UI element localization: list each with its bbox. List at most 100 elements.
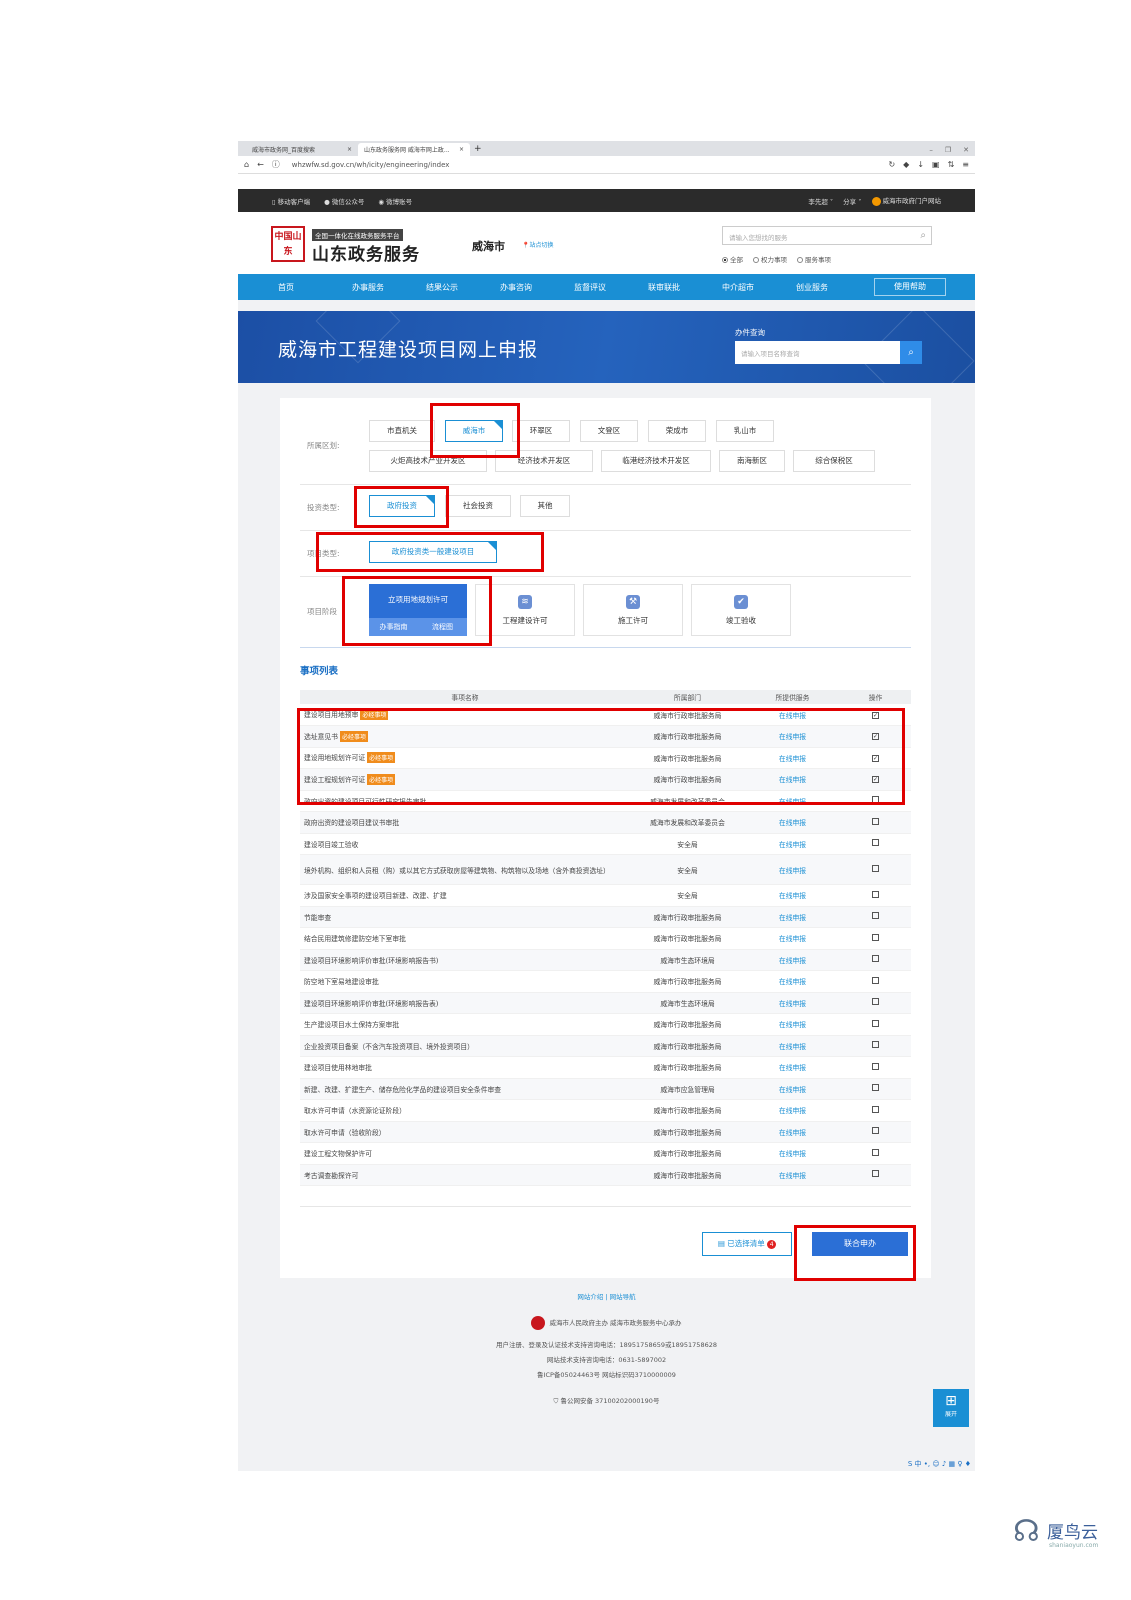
region-option[interactable]: 综合保税区 (793, 450, 875, 472)
checkbox[interactable] (872, 817, 879, 825)
menu-icon[interactable]: ≡ (962, 160, 969, 169)
close-icon[interactable]: × (347, 146, 352, 153)
checkbox[interactable] (872, 912, 879, 920)
stage-tab[interactable]: ✔ 竣工验收 (691, 584, 791, 636)
browser-navbar: ⌂ ← ⓘ whzwfw.sd.gov.cn/wh/icity/engineer… (238, 156, 975, 174)
selected-list-button[interactable]: ▤ 已选择清单 4 (702, 1232, 792, 1256)
scope-power-radio[interactable]: 权力事项 (753, 254, 787, 264)
nav-services[interactable]: 办事服务 (352, 282, 426, 293)
nav-supervise[interactable]: 监督评议 (574, 282, 648, 293)
wechat-icon: ● (324, 197, 332, 206)
online-apply-link[interactable]: 在线申报 (745, 1078, 840, 1100)
user-menu[interactable]: 李先超 ˅ (808, 196, 833, 206)
project-query-input[interactable]: 请输入项目名称查询 (735, 341, 900, 364)
online-apply-link[interactable]: 在线申报 (745, 833, 840, 855)
wechat-link[interactable]: ● 微信公众号 (324, 196, 364, 206)
scope-service-radio[interactable]: 服务事项 (797, 254, 831, 264)
scope-all-radio[interactable]: 全部 (722, 254, 743, 264)
close-icon[interactable]: × (459, 146, 464, 153)
new-tab-icon[interactable]: + (474, 143, 482, 156)
region-option[interactable]: 荣成市 (648, 420, 706, 442)
help-button[interactable]: 使用帮助 (874, 278, 946, 296)
about-link[interactable]: 网站介绍 (577, 1293, 603, 1301)
site-search-input[interactable]: 请输入您想找的服务 ⌕ (722, 226, 932, 245)
checkbox[interactable] (872, 1127, 879, 1135)
address-bar[interactable]: whzwfw.sd.gov.cn/wh/icity/engineering/in… (288, 159, 881, 171)
checkbox[interactable] (872, 890, 879, 898)
window-icon[interactable]: ▣ (932, 160, 940, 169)
checkbox[interactable] (872, 1148, 879, 1156)
nav-results[interactable]: 结果公示 (426, 282, 500, 293)
back-icon[interactable]: ← (257, 160, 264, 169)
ime-toolbar[interactable]: S 中 •, ☺ ♪ ▦ ♀ ♦ (908, 1459, 971, 1469)
online-apply-link[interactable]: 在线申报 (745, 1013, 840, 1036)
close-window-icon[interactable]: ✕ (963, 146, 969, 154)
search-icon[interactable]: ⌕ (920, 230, 926, 241)
item-dept: 安全局 (630, 884, 745, 907)
reload-icon[interactable]: ↻ (888, 160, 895, 169)
search-icon[interactable]: ⌕ (900, 341, 922, 364)
online-apply-link[interactable]: 在线申报 (745, 1121, 840, 1143)
shield-icon[interactable]: ◆ (903, 160, 909, 169)
checkbox[interactable] (872, 839, 879, 847)
home-icon[interactable]: ⌂ (244, 160, 249, 169)
region-option[interactable]: 文登区 (580, 420, 638, 442)
minimize-icon[interactable]: – (929, 146, 933, 154)
share-menu[interactable]: 分享 ˅ (843, 196, 861, 206)
online-apply-link[interactable]: 在线申报 (745, 1099, 840, 1122)
highlight-box (794, 1225, 916, 1281)
gov-portal-link[interactable]: 威海市政府门户网站 (871, 195, 941, 206)
checkbox[interactable] (872, 1041, 879, 1049)
checkbox[interactable] (872, 865, 879, 872)
online-apply-link[interactable]: 在线申报 (745, 970, 840, 993)
checkbox[interactable] (872, 1062, 879, 1070)
online-apply-link[interactable]: 在线申报 (745, 1164, 840, 1186)
region-option[interactable]: 南海新区 (719, 450, 785, 472)
checkbox[interactable] (872, 955, 879, 963)
region-option[interactable]: 环翠区 (512, 420, 570, 442)
nav-agency-market[interactable]: 中介超市 (722, 282, 796, 293)
sync-icon[interactable]: ⇅ (948, 160, 955, 169)
checkbox[interactable] (872, 1084, 879, 1092)
region-option[interactable]: 乳山市 (716, 420, 774, 442)
browser-tab-0[interactable]: 威海市政务网_百度搜索 × (246, 143, 358, 156)
nav-joint-review[interactable]: 联审联批 (648, 282, 722, 293)
stage-tab[interactable]: ⚒ 施工许可 (583, 584, 683, 636)
investment-option[interactable]: 其他 (520, 495, 570, 517)
item-name: 取水许可申请（水资源论证阶段） (300, 1099, 630, 1122)
city-switch-link[interactable]: 📍站点切换 (522, 240, 554, 249)
weibo-link[interactable]: ◉ 微博账号 (378, 196, 412, 206)
online-apply-link[interactable]: 在线申报 (745, 854, 840, 885)
checkbox[interactable] (872, 1105, 879, 1113)
region-option[interactable]: 市直机关 (369, 420, 435, 442)
online-apply-link[interactable]: 在线申报 (745, 1035, 840, 1057)
download-icon[interactable]: ↓ (917, 160, 924, 169)
restore-icon[interactable]: ❐ (945, 146, 951, 154)
online-apply-link[interactable]: 在线申报 (745, 1056, 840, 1079)
online-apply-link[interactable]: 在线申报 (745, 906, 840, 928)
checkbox[interactable] (872, 933, 879, 941)
expand-button[interactable]: ⊞ 展开 (933, 1389, 969, 1427)
sitemap-link[interactable]: 网站导航 (610, 1293, 636, 1301)
checkbox[interactable] (872, 1019, 879, 1027)
nav-consult[interactable]: 办事咨询 (500, 282, 574, 293)
nav-home[interactable]: 首页 (278, 282, 352, 293)
site-logo-seal[interactable]: 中国山东 (271, 226, 305, 262)
checkbox[interactable] (872, 1170, 879, 1178)
online-apply-link[interactable]: 在线申报 (745, 811, 840, 834)
region-option[interactable]: 临港经济技术开发区 (601, 450, 711, 472)
online-apply-link[interactable]: 在线申报 (745, 884, 840, 907)
browser-tab-1[interactable]: 山东政务服务网 威海市网上政... × (358, 143, 470, 156)
item-name: 考古调查勘探许可 (300, 1164, 630, 1186)
online-apply-link[interactable]: 在线申报 (745, 949, 840, 971)
table-row: 涉及国家安全事项的建设项目新建、改建、扩建 安全局 在线申报 (300, 884, 911, 907)
checkbox[interactable] (872, 998, 879, 1006)
nav-startup[interactable]: 创业服务 (796, 282, 870, 293)
mobile-client-link[interactable]: ▯ 移动客户端 (272, 196, 310, 206)
investment-option[interactable]: 社会投资 (445, 495, 511, 517)
site-title[interactable]: 山东政务服务 (312, 240, 420, 265)
online-apply-link[interactable]: 在线申报 (745, 927, 840, 950)
online-apply-link[interactable]: 在线申报 (745, 992, 840, 1014)
online-apply-link[interactable]: 在线申报 (745, 1142, 840, 1165)
checkbox[interactable] (872, 976, 879, 984)
